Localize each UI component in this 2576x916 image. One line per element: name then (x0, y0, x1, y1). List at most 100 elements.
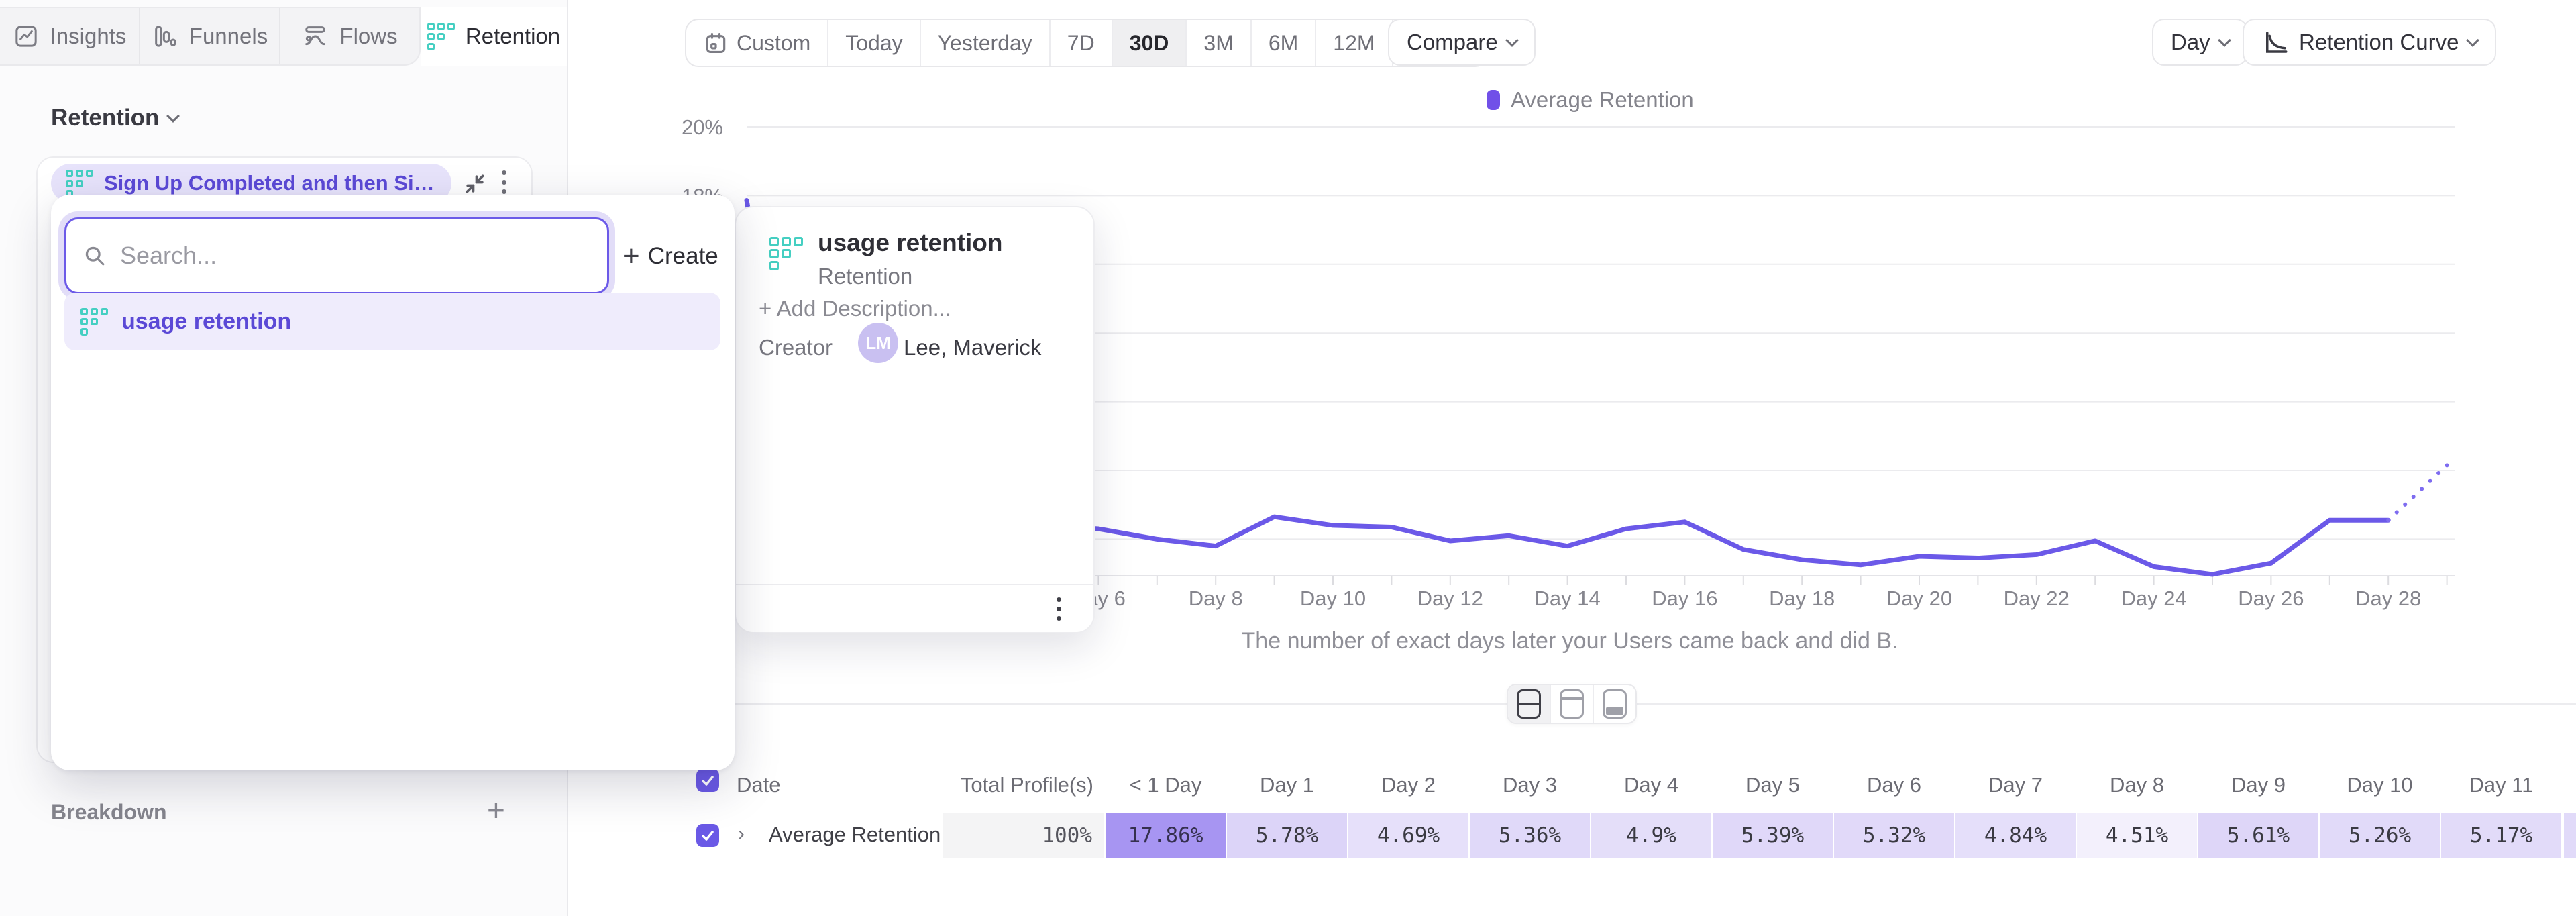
x-tick-label: Day 24 (2121, 587, 2186, 610)
range-label: 7D (1067, 31, 1095, 56)
section-heading[interactable]: Retention (51, 105, 178, 132)
chart-type-button[interactable]: Retention Curve (2243, 19, 2496, 66)
chart-pane-icon (1560, 689, 1584, 719)
avatar: LM (858, 323, 898, 363)
search-input[interactable] (119, 241, 591, 270)
x-tick-label: Day 8 (1189, 587, 1243, 610)
search-icon (83, 244, 107, 268)
tab-flows[interactable]: Flows (279, 8, 419, 64)
x-tick-label: Day 14 (1534, 587, 1600, 610)
range-7d[interactable]: 7D (1049, 20, 1112, 66)
range-custom[interactable]: Custom (686, 20, 827, 66)
table-pane-icon (1603, 689, 1627, 719)
hover-card-title: usage retention (818, 229, 1003, 257)
range-yesterday[interactable]: Yesterday (920, 20, 1049, 66)
breakdown-add-button[interactable]: + (487, 792, 505, 828)
tab-label: Flows (339, 23, 397, 49)
retention-cell-day-9: 5.61% (2198, 813, 2318, 858)
hover-card-footer (736, 584, 1093, 632)
retention-cell-day-5: 5.39% (1713, 813, 1833, 858)
range-6m[interactable]: 6M (1250, 20, 1315, 66)
retention-curve-icon (2261, 28, 2290, 56)
result-label: usage retention (121, 309, 291, 335)
x-tick-label: Day 16 (1652, 587, 1717, 610)
range-today[interactable]: Today (827, 20, 919, 66)
tab-label: Funnels (189, 23, 268, 49)
report-hover-card: usage retention Retention + Add Descript… (735, 206, 1095, 633)
row-name[interactable]: Average Retention (769, 823, 941, 847)
tab-label: Retention (466, 23, 560, 49)
table-header-date[interactable]: Date (737, 773, 780, 797)
range-label: 3M (1203, 31, 1233, 56)
search-result-item[interactable]: usage retention (64, 293, 720, 350)
chart-legend: Average Retention (1487, 87, 1694, 113)
table-header-day-7[interactable]: Day 7 (1955, 773, 2076, 797)
chart-type-label: Retention Curve (2299, 30, 2459, 55)
chevron-down-icon (2467, 34, 2480, 47)
layout-table-button[interactable] (1593, 685, 1635, 723)
legend-label: Average Retention (1511, 87, 1694, 113)
legend-marker (1487, 90, 1500, 110)
check-icon (700, 827, 716, 844)
table-header-checkbox[interactable] (696, 769, 719, 792)
y-tick-label: 20% (682, 115, 723, 139)
retention-icon (80, 308, 108, 336)
range-label: Custom (737, 31, 810, 56)
retention-cell-clipped (2564, 813, 2576, 858)
table-header-day-9[interactable]: Day 9 (2198, 773, 2318, 797)
calendar-icon (703, 30, 729, 56)
range-label: Yesterday (938, 31, 1032, 56)
flows-icon (302, 23, 329, 50)
layout-toggle[interactable] (1507, 684, 1637, 724)
add-description-link[interactable]: + Add Description... (759, 296, 951, 321)
table-header-day-10[interactable]: Day 10 (2320, 773, 2440, 797)
table-header-day-3[interactable]: Day 3 (1470, 773, 1590, 797)
report-search-popover: + Create usage retention (51, 195, 735, 770)
step-options-button[interactable] (502, 170, 506, 194)
table-header-day-6[interactable]: Day 6 (1834, 773, 1954, 797)
tab-retention[interactable]: Retention (421, 7, 567, 66)
create-button[interactable]: + Create (623, 243, 718, 270)
card-options-button[interactable] (1057, 597, 1061, 621)
x-tick-label: Day 18 (1769, 587, 1835, 610)
create-label: Create (648, 243, 718, 270)
range-12m[interactable]: 12M (1315, 20, 1391, 66)
x-tick-label: Day 10 (1300, 587, 1366, 610)
range-3m[interactable]: 3M (1185, 20, 1250, 66)
creator-label: Creator (759, 335, 833, 360)
compare-button[interactable]: Compare (1388, 19, 1536, 66)
table-header-day-8[interactable]: Day 8 (2077, 773, 2197, 797)
table-header-day-5[interactable]: Day 5 (1713, 773, 1833, 797)
retention-cell-day-7: 4.84% (1955, 813, 2076, 858)
granularity-label: Day (2171, 30, 2210, 55)
range-label: Today (845, 31, 902, 56)
tab-funnels[interactable]: Funnels (139, 8, 279, 64)
hover-card-subtitle: Retention (818, 264, 912, 289)
range-30d[interactable]: 30D (1112, 20, 1186, 66)
retention-cell-day-6: 5.32% (1834, 813, 1954, 858)
table-header-day-1[interactable]: Day 1 (1227, 773, 1347, 797)
layout-split-button[interactable] (1508, 685, 1550, 723)
retention-cell-day-4: 4.9% (1591, 813, 1711, 858)
table-header-day-2[interactable]: Day 2 (1348, 773, 1468, 797)
funnels-icon (152, 23, 178, 50)
table-header-day-11[interactable]: Day 11 (2441, 773, 2561, 797)
layout-chart-button[interactable] (1550, 685, 1593, 723)
retention-report-page: 20%18%Day 6Day 8Day 10Day 12Day 14Day 16… (0, 0, 2576, 916)
table-header-total[interactable]: Total Profile(s) (943, 773, 1093, 797)
x-tick-label: Day 28 (2355, 587, 2421, 610)
tab-insights[interactable]: Insights (0, 8, 139, 64)
creator-name: Lee, Maverick (904, 335, 1041, 360)
chevron-down-icon (2218, 34, 2231, 47)
table-header--1-day[interactable]: < 1 Day (1106, 773, 1226, 797)
collapse-icon (462, 170, 488, 197)
retention-cell-day-2: 4.69% (1348, 813, 1468, 858)
retention-cell-day-8: 4.51% (2077, 813, 2197, 858)
row-expand-chevron-icon[interactable]: › (738, 823, 745, 846)
section-title: Retention (51, 105, 159, 132)
retention-cell-day-11: 5.17% (2441, 813, 2561, 858)
table-header-day-4[interactable]: Day 4 (1591, 773, 1711, 797)
granularity-button[interactable]: Day (2152, 19, 2248, 66)
retention-icon (66, 170, 93, 197)
row-checkbox[interactable] (696, 824, 719, 847)
